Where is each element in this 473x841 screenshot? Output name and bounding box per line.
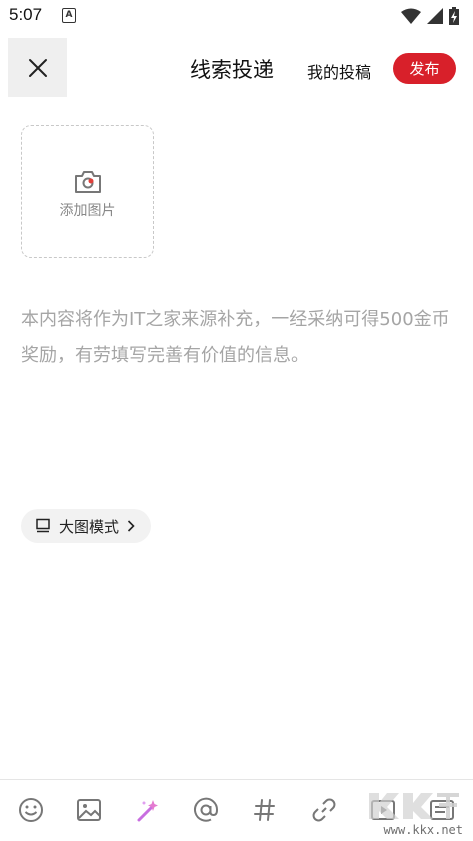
big-image-mode-button[interactable]: 大图模式 xyxy=(21,509,151,543)
watermark-logo-icon xyxy=(369,793,459,819)
wifi-icon xyxy=(401,8,421,24)
link-icon xyxy=(312,798,336,822)
signal-icon xyxy=(427,8,443,24)
editor-placeholder[interactable]: 本内容将作为IT之家来源补充，一经采纳可得500金币奖励，有劳填写完善有价值的信… xyxy=(21,302,451,374)
close-button[interactable] xyxy=(8,38,67,97)
hashtag-button[interactable] xyxy=(250,795,280,825)
header: 线索投递 我的投稿 发布 xyxy=(0,38,473,98)
status-icons xyxy=(401,7,459,25)
image-button[interactable] xyxy=(74,795,104,825)
mention-button[interactable] xyxy=(191,795,221,825)
watermark-url: www.kkx.net xyxy=(383,823,463,837)
emoji-icon xyxy=(19,798,43,822)
hashtag-icon xyxy=(254,799,275,821)
publish-button[interactable]: 发布 xyxy=(393,53,456,84)
chevron-right-icon xyxy=(127,520,135,532)
magic-wand-icon xyxy=(137,800,158,822)
battery-icon xyxy=(449,7,459,25)
my-posts-link[interactable]: 我的投稿 xyxy=(307,59,371,83)
big-image-mode-label: 大图模式 xyxy=(59,517,120,536)
page-title: 线索投递 xyxy=(190,58,274,82)
link-button[interactable] xyxy=(309,795,339,825)
image-icon xyxy=(77,799,101,821)
status-time: 5:07 xyxy=(9,5,43,24)
close-icon xyxy=(28,58,47,77)
add-image-button[interactable]: 添加图片 xyxy=(21,125,154,258)
camera-icon xyxy=(75,171,101,193)
emoji-button[interactable] xyxy=(16,795,46,825)
add-image-label: 添加图片 xyxy=(59,203,116,219)
editor-toolbar: www.kkx.net xyxy=(0,779,473,841)
notification-icon: A xyxy=(62,8,76,23)
monitor-icon xyxy=(36,518,50,533)
at-icon xyxy=(194,797,219,822)
watermark-logo: www.kkx.net xyxy=(365,785,463,837)
status-bar: 5:07 A xyxy=(0,0,473,32)
magic-wand-button[interactable] xyxy=(133,795,163,825)
